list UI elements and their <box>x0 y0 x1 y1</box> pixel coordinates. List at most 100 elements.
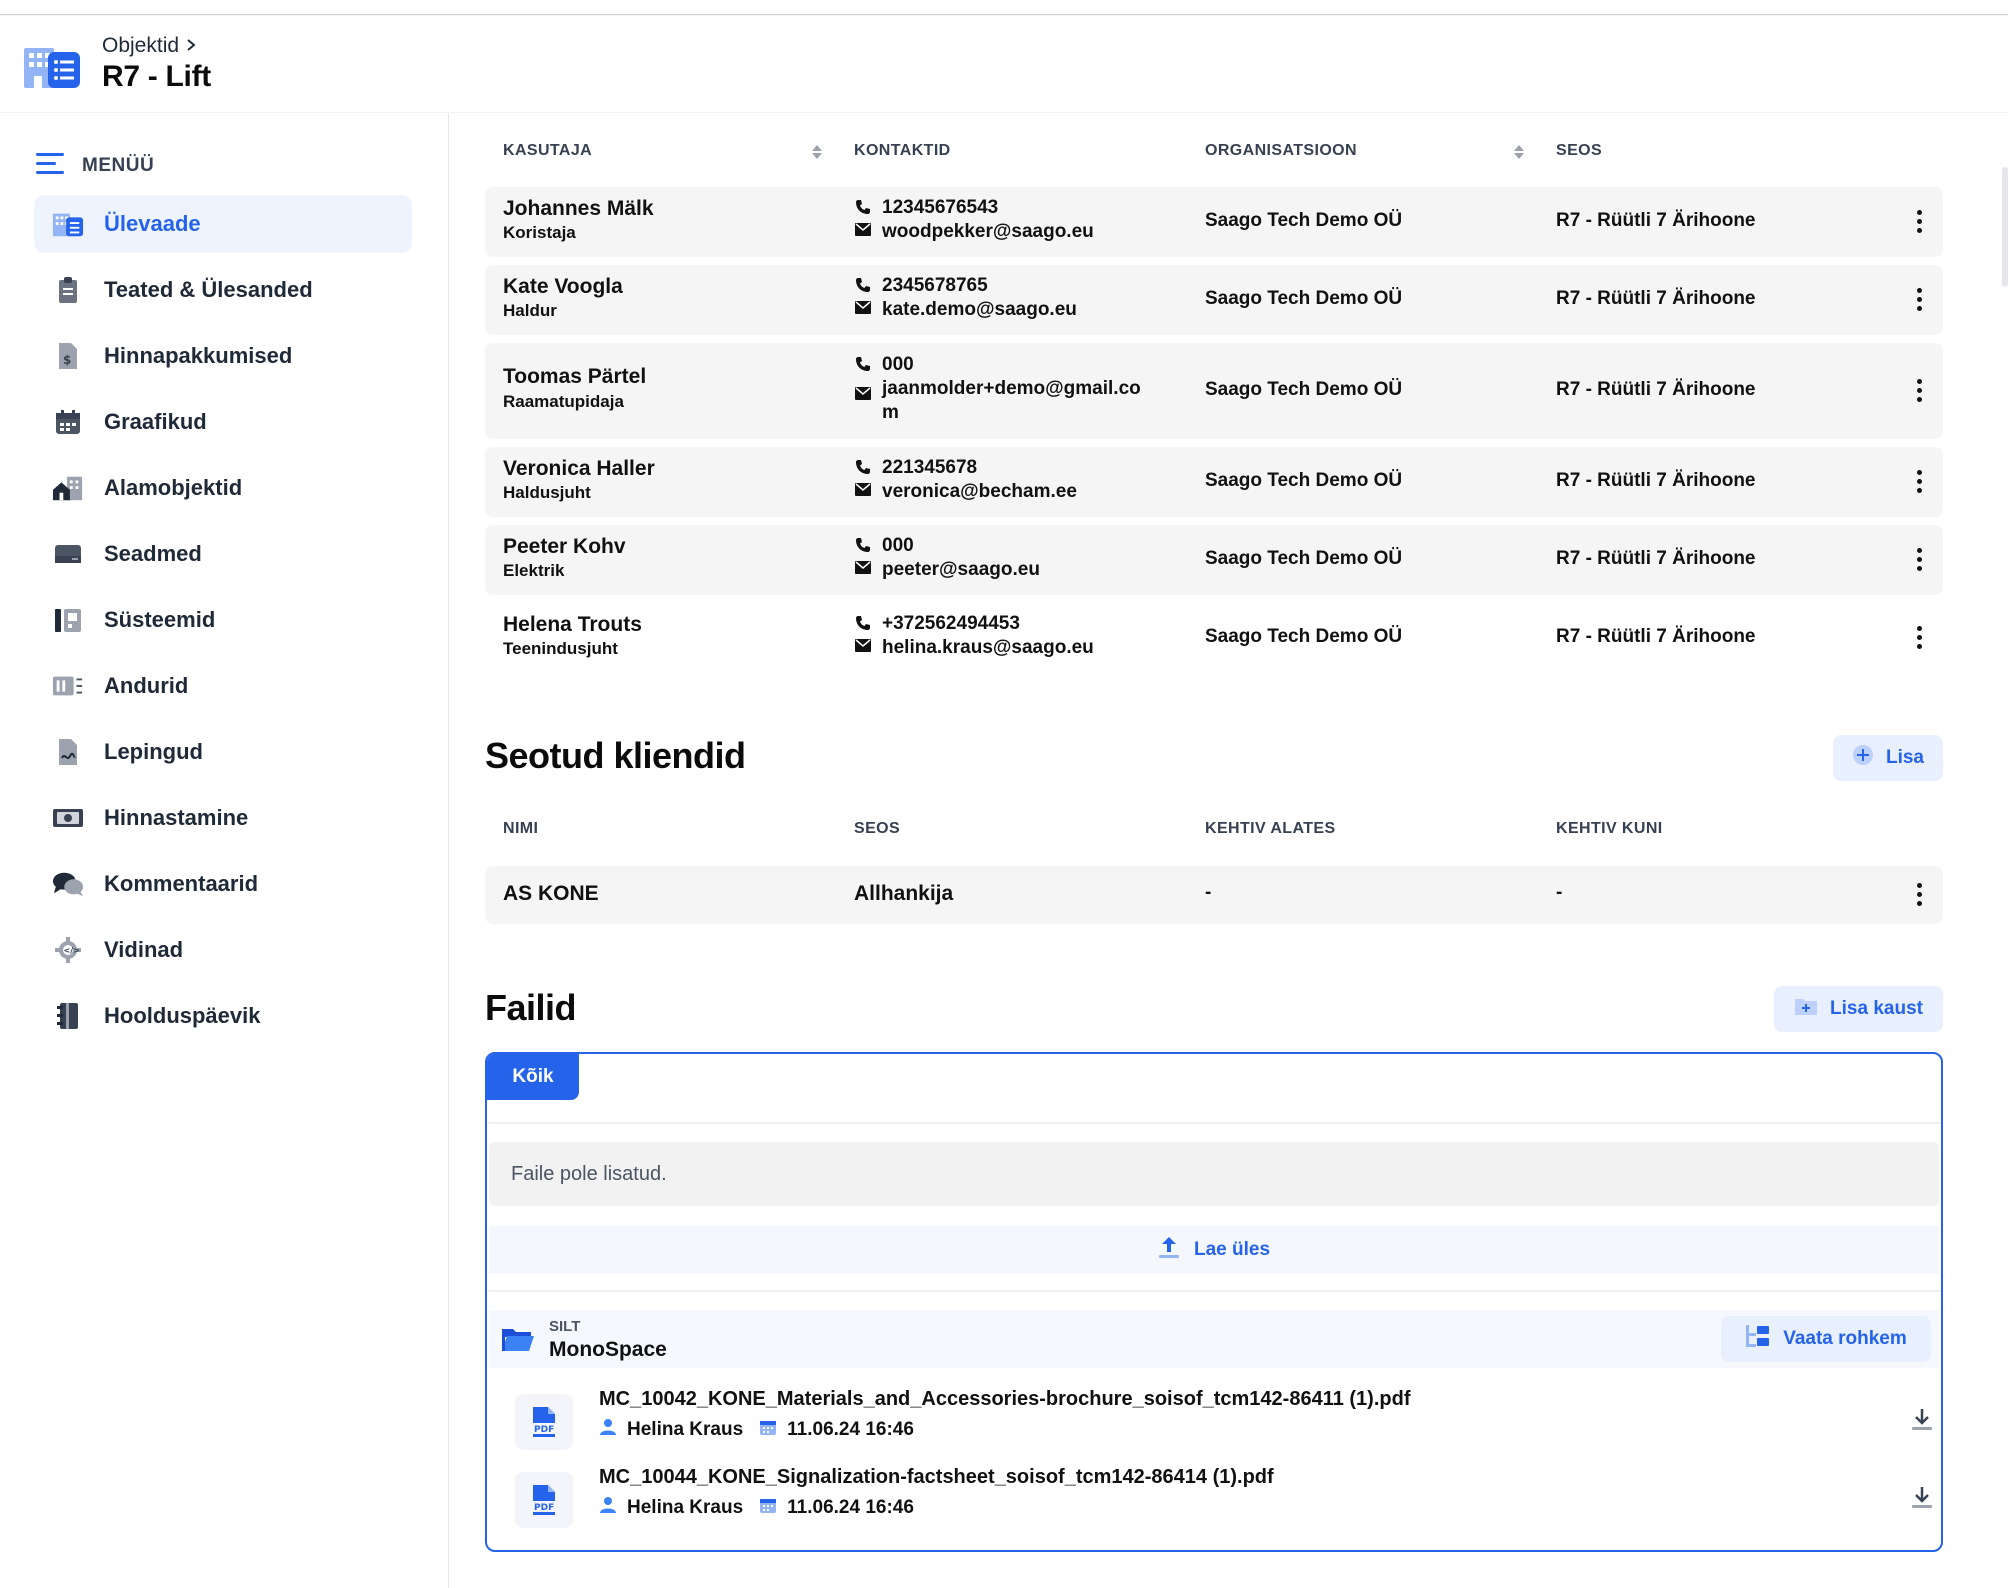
sidebar-item-graafikud[interactable]: Graafikud <box>34 393 412 451</box>
device-icon <box>52 538 84 570</box>
sidebar-item-seadmed[interactable]: Seadmed <box>34 525 412 583</box>
sidebar-item-label: Hinnapakkumised <box>104 343 293 368</box>
sidebar-item-alamobjektid[interactable]: Alamobjektid <box>34 459 412 517</box>
chevron-right-icon <box>185 34 197 58</box>
user-phone[interactable]: 12345676543 <box>882 196 998 220</box>
folder-name: MonoSpace <box>549 1338 667 1361</box>
sidebar: MENÜÜ Ülevaade Teated & Ülesanded $ Hinn… <box>0 113 448 1588</box>
sidebar-item-label: Andurid <box>104 673 189 698</box>
view-more-button[interactable]: Vaata rohkem <box>1721 1316 1931 1362</box>
email-icon <box>854 377 872 400</box>
file-meta: Helina Kraus 11.06.24 16:46 <box>599 1418 914 1442</box>
upload-button[interactable]: Lae üles <box>489 1226 1939 1274</box>
user-name: Veronica Haller <box>503 457 655 480</box>
more-vertical-icon[interactable] <box>1907 210 1931 233</box>
table-row[interactable]: AS KONE Allhankija - - <box>485 866 1943 924</box>
svg-text:</>: </> <box>64 946 80 955</box>
file-name[interactable]: MC_10044_KONE_Signalization-factsheet_so… <box>599 1466 1274 1489</box>
sidebar-item-hinnapakkumised[interactable]: $ Hinnapakkumised <box>34 327 412 385</box>
upload-icon <box>1158 1235 1180 1265</box>
sidebar-item-label: Kommentaarid <box>104 871 259 896</box>
table-row[interactable]: Johannes Mälk Koristaja 12345676543 wood… <box>485 187 1943 257</box>
phone-icon <box>854 534 872 553</box>
phone-icon <box>854 456 872 475</box>
user-email[interactable]: jaanmolder+demo@gmail.co m <box>882 377 1141 425</box>
more-vertical-icon[interactable] <box>1907 288 1931 311</box>
sidebar-item-hoolduspaevik[interactable]: Hoolduspäevik <box>34 987 412 1045</box>
table-row[interactable]: Peeter Kohv Elektrik 000 peeter@saago.eu… <box>485 525 1943 595</box>
table-row[interactable]: Veronica Haller Haldusjuht 221345678 ver… <box>485 447 1943 517</box>
add-folder-button[interactable]: Lisa kaust <box>1774 986 1943 1032</box>
add-client-button[interactable]: Lisa <box>1833 735 1943 781</box>
client-name: AS KONE <box>503 882 599 905</box>
sidebar-item-systeemid[interactable]: Süsteemid <box>34 591 412 649</box>
breadcrumb[interactable]: Objektid <box>102 34 211 58</box>
scrollbar[interactable] <box>2002 167 2008 287</box>
sidebar-item-ulevaade[interactable]: Ülevaade <box>34 195 412 253</box>
sidebar-item-label: Teated & Ülesanded <box>104 277 313 302</box>
price-document-icon: $ <box>52 340 84 372</box>
sidebar-item-kommentaarid[interactable]: Kommentaarid <box>34 855 412 913</box>
user-name: Toomas Pärtel <box>503 365 647 388</box>
user-org: Saago Tech Demo OÜ <box>1205 288 1403 309</box>
sort-icon[interactable] <box>1513 143 1525 166</box>
phone-icon <box>854 353 872 372</box>
user-phone[interactable]: 000 <box>882 534 914 558</box>
user-role: Haldur <box>503 301 557 320</box>
column-header-org[interactable]: ORGANISATSIOON <box>1205 142 1357 160</box>
table-row[interactable]: Kate Voogla Haldur 2345678765 kate.demo@… <box>485 265 1943 335</box>
more-vertical-icon[interactable] <box>1907 883 1931 906</box>
user-phone[interactable]: 221345678 <box>882 456 977 480</box>
user-relation: R7 - Rüütli 7 Ärihoone <box>1556 210 1756 231</box>
tab-all[interactable]: Kõik <box>487 1054 579 1100</box>
sidebar-item-vidinad[interactable]: </> Vidinad <box>34 921 412 979</box>
phone-icon <box>854 612 872 631</box>
email-icon <box>854 636 872 652</box>
sidebar-item-teated[interactable]: Teated & Ülesanded <box>34 261 412 319</box>
system-icon <box>52 604 84 636</box>
folder-row[interactable]: SILT MonoSpace Vaata rohkem <box>489 1310 1939 1368</box>
user-contacts: 221345678 veronica@becham.ee <box>854 456 1077 504</box>
table-row[interactable]: Helena Trouts Teenindusjuht +37256249445… <box>485 603 1943 673</box>
money-icon <box>52 802 84 834</box>
add-client-label: Lisa <box>1885 747 1925 768</box>
user-phone[interactable]: 000 <box>882 353 914 377</box>
hamburger-icon[interactable] <box>36 151 66 181</box>
download-icon[interactable] <box>1909 1484 1935 1515</box>
breadcrumb-objects[interactable]: Objektid <box>102 34 179 58</box>
file-item[interactable]: PDF MC_10044_KONE_Signalization-factshee… <box>515 1466 1935 1528</box>
user-contacts: +372562494453 helina.kraus@saago.eu <box>854 612 1094 660</box>
sidebar-item-hinnastamine[interactable]: Hinnastamine <box>34 789 412 847</box>
more-vertical-icon[interactable] <box>1907 379 1931 402</box>
menu-toggle[interactable]: MENÜÜ <box>36 151 154 181</box>
table-row[interactable]: Toomas Pärtel Raamatupidaja 000 jaanmold… <box>485 343 1943 439</box>
more-vertical-icon[interactable] <box>1907 626 1931 649</box>
folder-open-icon <box>501 1326 535 1357</box>
column-header-valid-to: KEHTIV KUNI <box>1556 820 1663 837</box>
download-icon[interactable] <box>1909 1406 1935 1437</box>
user-org: Saago Tech Demo OÜ <box>1205 210 1403 231</box>
sidebar-item-andurid[interactable]: Andurid <box>34 657 412 715</box>
more-vertical-icon[interactable] <box>1907 548 1931 571</box>
user-email[interactable]: peeter@saago.eu <box>882 558 1040 582</box>
page-title: R7 - Lift <box>102 60 211 93</box>
sidebar-item-lepingud[interactable]: Lepingud <box>34 723 412 781</box>
user-email[interactable]: kate.demo@saago.eu <box>882 298 1077 322</box>
user-email[interactable]: veronica@becham.ee <box>882 480 1077 504</box>
user-relation: R7 - Rüütli 7 Ärihoone <box>1556 548 1756 569</box>
file-item[interactable]: PDF MC_10042_KONE_Materials_and_Accessor… <box>515 1388 1935 1450</box>
user-name: Peeter Kohv <box>503 535 626 558</box>
user-email[interactable]: woodpekker@saago.eu <box>882 220 1094 244</box>
more-vertical-icon[interactable] <box>1907 470 1931 493</box>
file-name[interactable]: MC_10042_KONE_Materials_and_Accessories-… <box>599 1388 1410 1411</box>
user-phone[interactable]: +372562494453 <box>882 612 1020 636</box>
column-header-user[interactable]: KASUTAJA <box>503 142 592 160</box>
sort-icon[interactable] <box>811 143 823 166</box>
user-role: Elektrik <box>503 561 565 580</box>
files-panel: Kõik Faile pole lisatud. Lae üles SILT M… <box>485 1052 1943 1552</box>
column-header-relation: SEOS <box>1556 142 1603 159</box>
user-email[interactable]: helina.kraus@saago.eu <box>882 636 1094 660</box>
column-header-contacts: KONTAKTID <box>854 142 951 159</box>
user-phone[interactable]: 2345678765 <box>882 274 988 298</box>
divider <box>487 1290 1941 1292</box>
